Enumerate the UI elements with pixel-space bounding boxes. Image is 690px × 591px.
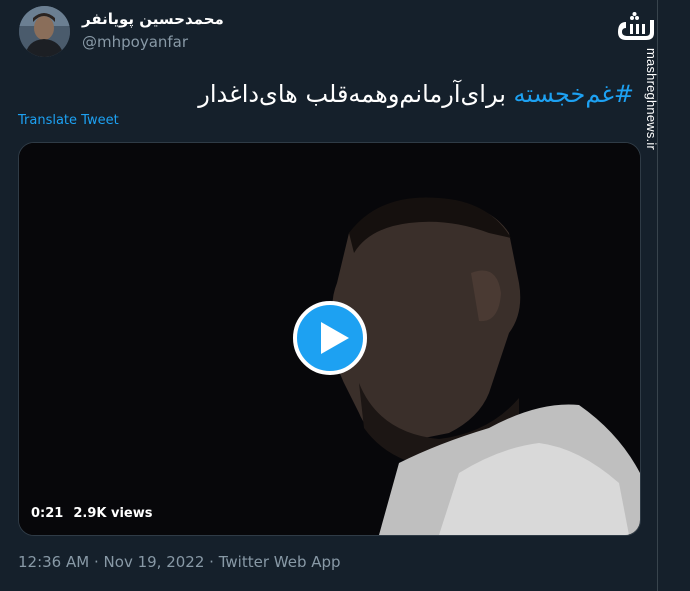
video-player[interactable]: 0:21 2.9K views	[18, 142, 641, 536]
play-button[interactable]	[293, 301, 367, 375]
translate-tweet-link[interactable]: Translate Tweet	[18, 113, 119, 128]
tweet-metadata: 12:36 AM · Nov 19, 2022 · Twitter Web Ap…	[18, 553, 341, 571]
video-duration: 0:21	[31, 506, 64, 521]
meta-separator: ·	[209, 553, 214, 571]
avatar-photo	[19, 6, 70, 57]
avatar[interactable]	[19, 6, 70, 57]
mashregh-logo	[618, 12, 654, 40]
tweet-time[interactable]: 12:36 AM	[18, 553, 89, 571]
video-stats: 0:21 2.9K views	[31, 506, 152, 521]
tweet-source[interactable]: Twitter Web App	[219, 553, 341, 571]
meta-separator: ·	[93, 553, 99, 571]
video-views: 2.9K views	[73, 506, 153, 521]
tweet-text: #غم‌خجسته برای‌آرمانم‌وهمه‌قلب های‌داغدا…	[198, 78, 634, 110]
tweet-body: برای‌آرمانم‌وهمه‌قلب های‌داغدار	[198, 80, 506, 108]
user-handle[interactable]: @mhpoyanfar	[82, 33, 188, 51]
tweet-date[interactable]: Nov 19, 2022	[104, 553, 205, 571]
watermark-site: mashreghnews.ir	[644, 48, 659, 150]
display-name[interactable]: محمدحسین پویانفر	[82, 10, 224, 28]
play-icon	[321, 322, 349, 354]
tweet-screenshot: محمدحسین پویانفر @mhpoyanfar #غم‌خجسته ب…	[0, 0, 690, 591]
hashtag-link[interactable]: #غم‌خجسته	[514, 80, 634, 108]
